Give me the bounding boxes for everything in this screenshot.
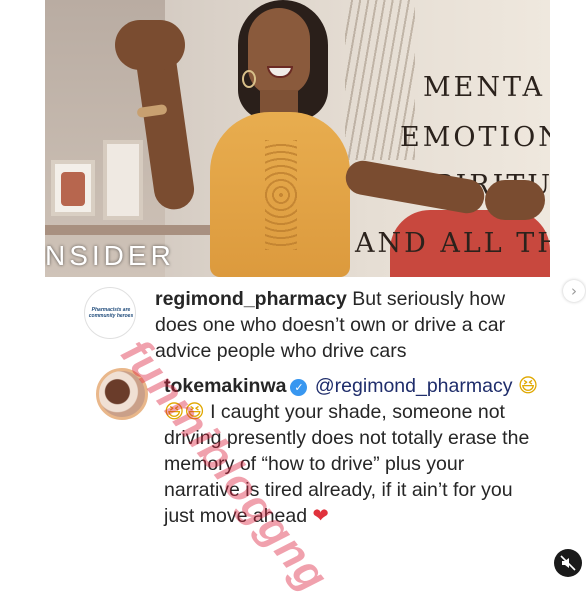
show-logo-text: NSIDER — [45, 240, 175, 271]
wall-text-line: AND ALL TH — [355, 228, 550, 259]
avatar-logo-text: Pharmacists are community heroes — [88, 307, 134, 319]
frame-photo — [61, 172, 85, 206]
mute-button[interactable] — [554, 549, 582, 577]
speaker-muted-icon — [560, 555, 576, 571]
earring — [242, 70, 256, 88]
post-image[interactable]: MENTA EMOTION SPIRITUA AND ALL TH NSIDER — [45, 0, 550, 277]
chevron-right-icon: › — [571, 281, 577, 300]
avatar[interactable] — [96, 368, 148, 420]
lace-detail — [265, 140, 297, 250]
person-hand — [115, 20, 185, 70]
comment-username[interactable]: regimond_pharmacy — [155, 288, 347, 310]
comment-text: I caught your shade, someone not driving… — [164, 401, 530, 527]
heart-emoji-icon: ❤ — [312, 504, 329, 527]
comment-mention[interactable]: @regimond_pharmacy — [315, 375, 513, 397]
person-arm — [343, 158, 487, 216]
shelf — [45, 225, 225, 235]
picture-frame — [103, 140, 143, 220]
wall-text-line: MENTA — [423, 72, 546, 103]
verified-badge-icon: ✓ — [290, 379, 308, 396]
wall-text-line: EMOTION — [400, 122, 550, 153]
comment: tokemakinwa ✓ @regimond_pharmacy 😆😆😆 I ca… — [164, 373, 544, 529]
avatar[interactable]: Pharmacists are community heroes — [84, 287, 136, 339]
comment-username[interactable]: tokemakinwa — [164, 375, 286, 397]
person-hand — [485, 180, 545, 220]
carousel-next-button[interactable]: › — [563, 280, 585, 302]
person-face — [248, 8, 310, 96]
picture-frame — [51, 160, 95, 216]
comment: regimond_pharmacy But seriously how does… — [155, 286, 535, 364]
